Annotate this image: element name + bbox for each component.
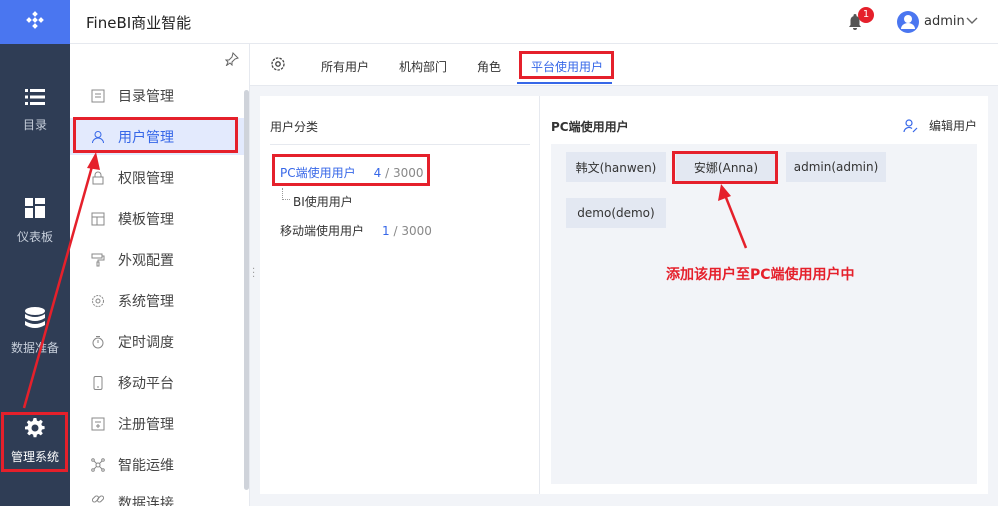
notification-badge: 1 [858,7,874,23]
category-name: 移动端使用用户 [280,224,365,238]
rail-item-catalog[interactable]: 目录 [0,88,70,133]
user-chip[interactable]: 韩文(hanwen) [566,152,666,182]
sidebar-item-mobile[interactable]: 移动平台 [70,364,244,401]
rail-item-data-prep[interactable]: 数据准备 [0,307,70,356]
panel-splitter-handle[interactable]: · · · [252,265,255,283]
template-icon [90,211,106,227]
annotation-text: 添加该用户至PC端使用用户中 [666,267,855,283]
tree-connector [282,188,290,200]
pin-icon[interactable] [225,52,239,66]
sidebar-item-label: 数据连接 [118,496,174,506]
rail-item-label: 仪表板 [16,230,53,244]
rail-item-label: 数据准备 [10,341,59,355]
user-chip[interactable]: admin(admin) [786,152,886,182]
user-avatar-icon [901,15,915,29]
app-logo[interactable] [0,0,70,44]
sidebar-item-appearance[interactable]: 外观配置 [70,241,244,278]
username[interactable]: admin [924,14,965,29]
pc-users-title: PC端使用用户 [551,120,629,134]
category-count: 1 [382,224,390,238]
sidebar-item-label: 移动平台 [118,375,174,392]
sidebar-item-schedule[interactable]: 定时调度 [70,323,244,360]
app-root: 目录 仪表板 数据准备 管理系统 FineBI商业智能 1 admin 目录管理… [0,0,998,506]
link-icon [90,491,106,506]
sidebar-item-ops[interactable]: 智能运维 [70,446,244,483]
tab-roles[interactable]: 角色 [477,58,501,75]
chevron-down-icon[interactable] [965,14,979,28]
category-name: BI使用用户 [293,195,353,209]
rail-item-label: 目录 [22,118,47,132]
logo-icon [26,11,44,29]
tab-departments[interactable]: 机构部门 [399,58,447,75]
sidebar-item-label: 权限管理 [118,170,174,187]
category-max: / 3000 [389,224,432,238]
sidebar-item-label: 模板管理 [118,211,174,228]
highlight-anna-user [672,151,778,184]
paint-roller-icon [90,252,106,268]
sidebar-item-catalog[interactable]: 目录管理 [70,77,244,114]
top-header: FineBI商业智能 1 admin [70,0,998,44]
active-tab-indicator [517,82,612,84]
category-panel-title: 用户分类 [270,120,319,134]
edit-user-icon [903,118,919,134]
settings-icon [90,293,106,309]
highlight-pc-users-category [272,154,430,186]
sidebar-item-templates[interactable]: 模板管理 [70,200,244,237]
mobile-icon [90,375,106,391]
divider [270,144,530,145]
sidebar-item-label: 目录管理 [118,88,174,105]
tab-all-users[interactable]: 所有用户 [321,58,369,75]
edit-users-button[interactable]: 编辑用户 [903,117,977,134]
user-chip[interactable]: demo(demo) [566,198,666,228]
pc-user-list: 韩文(hanwen) 安娜(Anna) admin(admin) demo(de… [551,144,977,484]
sidebar-scrollbar[interactable] [244,90,249,490]
catalog-icon [90,88,106,104]
database-icon [25,307,45,328]
sidebar-item-system[interactable]: 系统管理 [70,282,244,319]
lock-icon [90,170,106,186]
sidebar-item-label: 智能运维 [118,457,174,474]
rail-item-dashboard[interactable]: 仪表板 [0,198,70,245]
tab-settings-icon[interactable] [270,56,286,72]
sidebar-item-permissions[interactable]: 权限管理 [70,159,244,196]
sidebar-item-label: 注册管理 [118,416,174,433]
sidebar-item-label: 系统管理 [118,293,174,310]
avatar[interactable] [897,11,919,33]
highlight-user-management [73,117,238,153]
sidebar-item-label: 定时调度 [118,334,174,351]
user-tabs: 所有用户 机构部门 角色 平台使用用户 [250,44,998,86]
timer-icon [90,334,106,350]
highlight-admin-system [1,412,68,472]
sidebar-item-data-connection[interactable]: 数据连接 [70,487,244,506]
category-bi-users[interactable]: BI使用用户 [293,193,353,210]
sidebar-item-registration[interactable]: 注册管理 [70,405,244,442]
app-title: FineBI商业智能 [86,14,192,32]
list-icon [25,89,45,105]
dashboard-icon [25,198,45,218]
highlight-platform-users-tab [519,51,614,79]
sidebar-item-label: 外观配置 [118,252,174,269]
network-icon [90,457,106,473]
register-icon [90,416,106,432]
edit-users-label: 编辑用户 [929,119,978,133]
category-mobile-users[interactable]: 移动端使用用户 1 / 3000 [280,222,432,239]
